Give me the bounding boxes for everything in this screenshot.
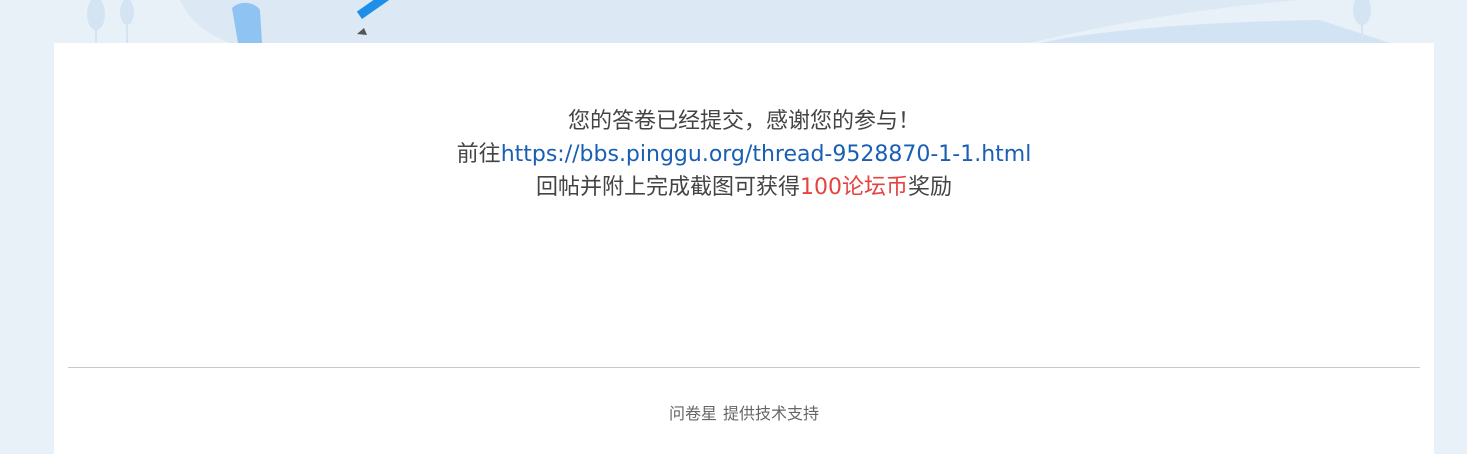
goto-prefix: 前往 <box>456 142 501 167</box>
reward-line: 回帖并附上完成截图可获得100论坛币奖励 <box>54 171 1434 204</box>
reward-prefix: 回帖并附上完成截图可获得 <box>535 175 800 200</box>
result-card: 您的答卷已经提交，感谢您的参与！ 前往https://bbs.pinggu.or… <box>54 43 1434 454</box>
thank-you-text: 您的答卷已经提交，感谢您的参与！ <box>567 109 920 134</box>
goto-line: 前往https://bbs.pinggu.org/thread-9528870-… <box>54 138 1434 171</box>
thread-link[interactable]: https://bbs.pinggu.org/thread-9528870-1-… <box>501 142 1032 167</box>
footer-text: 提供技术支持 <box>723 404 820 423</box>
reward-amount: 100论坛币 <box>800 175 908 200</box>
footer: 问卷星 提供技术支持 <box>54 400 1434 424</box>
reward-suffix: 奖励 <box>908 175 953 200</box>
completion-message: 您的答卷已经提交，感谢您的参与！ 前往https://bbs.pinggu.or… <box>54 105 1434 204</box>
footer-divider <box>68 367 1420 368</box>
footer-brand[interactable]: 问卷星 <box>669 404 717 423</box>
